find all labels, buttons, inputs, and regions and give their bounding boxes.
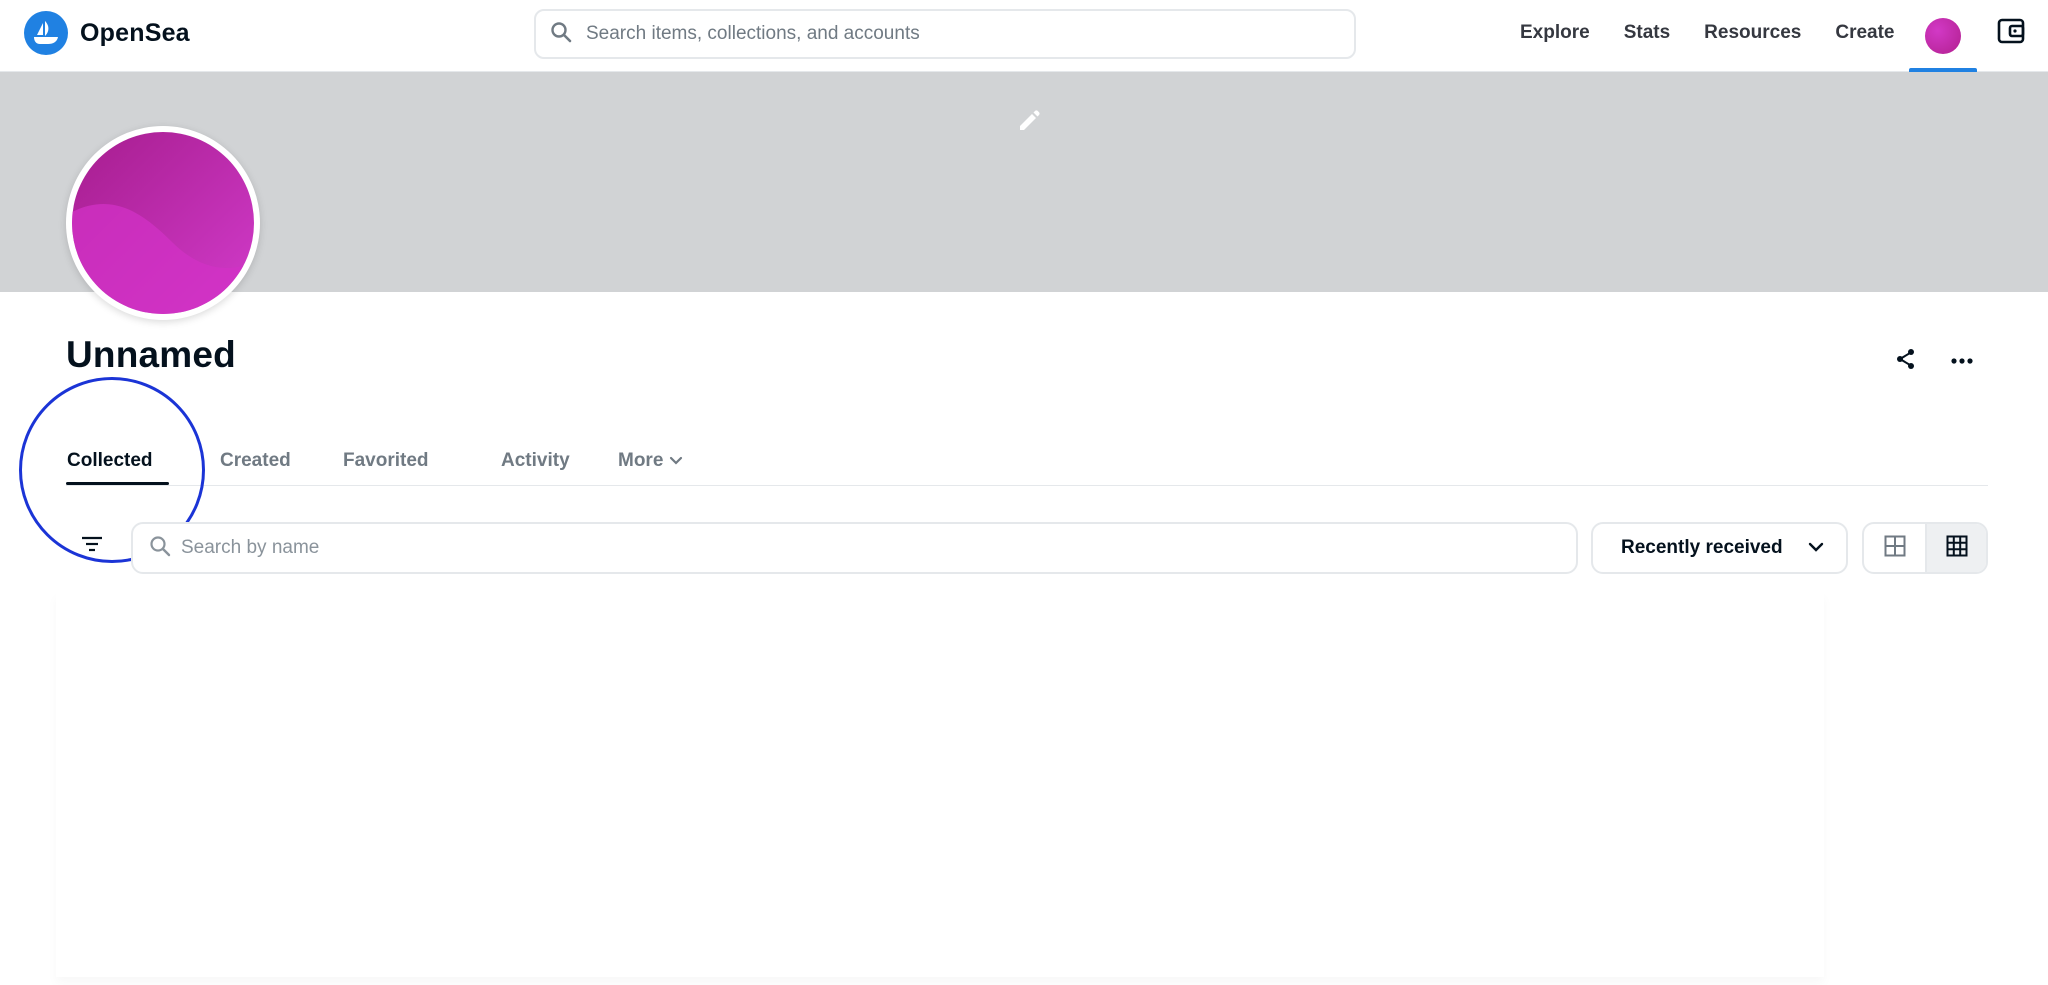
tab-more-label: More: [618, 450, 664, 471]
brand-name: OpenSea: [80, 18, 190, 47]
opensea-logo-icon: [24, 11, 68, 55]
profile-menu-button[interactable]: [1909, 0, 1977, 72]
nav-explore[interactable]: Explore: [1520, 22, 1590, 44]
chevron-down-icon: [1808, 539, 1824, 557]
avatar-image: [72, 132, 254, 314]
filter-icon: [81, 536, 103, 557]
share-icon: [1895, 348, 1917, 375]
nav-create[interactable]: Create: [1835, 22, 1894, 44]
small-grid-button[interactable]: [1925, 524, 1986, 572]
item-search-input[interactable]: [181, 537, 1531, 559]
tab-created[interactable]: Created: [220, 450, 291, 472]
nav-avatar: [1925, 18, 1961, 54]
profile-tabs: Collected Created Favorited Activity Mor…: [66, 440, 1988, 486]
profile-avatar[interactable]: [66, 126, 260, 320]
tab-activity[interactable]: Activity: [501, 450, 570, 472]
share-button[interactable]: [1890, 345, 1922, 377]
item-search[interactable]: [131, 522, 1578, 574]
edit-banner-button[interactable]: [1013, 107, 1043, 137]
items-grid: [56, 592, 1824, 977]
chevron-down-icon: [669, 450, 683, 472]
wallet-icon: [1997, 18, 2025, 49]
search-icon: [149, 535, 171, 562]
sort-dropdown[interactable]: Recently received: [1591, 522, 1848, 574]
profile-name: Unnamed: [66, 334, 236, 375]
top-navbar: OpenSea Explore Stats Resources Create: [0, 0, 2048, 72]
tab-more[interactable]: More: [618, 450, 683, 472]
ellipsis-icon: [1951, 352, 1973, 370]
large-grid-button[interactable]: [1864, 524, 1925, 572]
wallet-button[interactable]: [1995, 17, 2027, 49]
active-tab-underline: [66, 482, 169, 485]
tab-favorited[interactable]: Favorited: [343, 450, 429, 472]
filter-button[interactable]: [76, 530, 108, 562]
more-options-button[interactable]: [1946, 345, 1978, 377]
pencil-icon: [1013, 110, 1043, 141]
main-nav: Explore Stats Resources Create: [1520, 0, 1895, 66]
profile-banner[interactable]: [0, 72, 2048, 292]
nav-resources[interactable]: Resources: [1704, 22, 1801, 44]
small-grid-icon: [1946, 535, 1968, 562]
grid-size-toggle: [1862, 522, 1988, 574]
opensea-logo[interactable]: OpenSea: [24, 11, 190, 55]
large-grid-icon: [1884, 535, 1906, 562]
nav-stats[interactable]: Stats: [1624, 22, 1670, 44]
global-search-input[interactable]: [586, 23, 1306, 45]
sort-dropdown-label: Recently received: [1621, 537, 1783, 558]
global-search[interactable]: [534, 9, 1356, 59]
search-icon: [550, 21, 572, 48]
tab-collected[interactable]: Collected: [67, 450, 153, 472]
